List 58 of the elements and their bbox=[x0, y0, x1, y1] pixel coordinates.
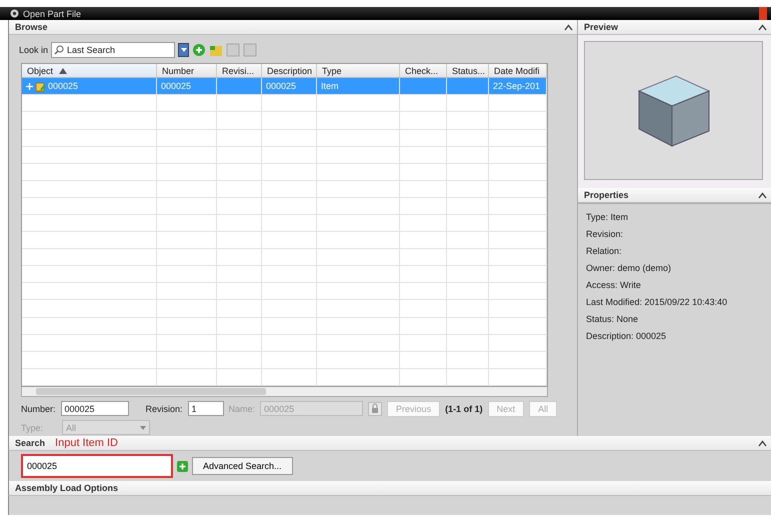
toolbar-icon[interactable] bbox=[226, 43, 240, 57]
add-icon[interactable] bbox=[177, 460, 188, 472]
advanced-search-button[interactable]: Advanced Search... bbox=[192, 457, 293, 475]
section-title: Assembly Load Options bbox=[15, 483, 118, 493]
section-header[interactable]: Properties bbox=[578, 188, 771, 203]
collapse-icon[interactable] bbox=[758, 192, 767, 198]
table-cell: Item bbox=[321, 81, 339, 92]
property-line: Type: Item bbox=[586, 211, 630, 224]
column-header[interactable]: Status... bbox=[447, 64, 489, 78]
search-field[interactable]: 000025 bbox=[21, 454, 173, 478]
property-line: Relation: bbox=[586, 245, 623, 258]
result-count: (1-1 of 1) bbox=[445, 404, 483, 414]
section-header[interactable]: Assembly Load Options bbox=[8, 481, 771, 496]
collapse-icon[interactable] bbox=[758, 440, 767, 446]
annotation-text: Input Item ID bbox=[55, 437, 118, 449]
window-title: Open Part File bbox=[23, 8, 82, 18]
lock-icon[interactable] bbox=[368, 402, 382, 416]
property-line: Revision: bbox=[586, 228, 624, 241]
column-header[interactable]: Number bbox=[157, 64, 217, 78]
section-header[interactable]: Browse bbox=[9, 20, 577, 35]
sort-arrow-icon bbox=[59, 68, 68, 74]
collapse-icon[interactable] bbox=[758, 24, 767, 30]
horizontal-scrollbar[interactable] bbox=[21, 387, 548, 397]
app-icon bbox=[10, 9, 19, 18]
look-in-dropdown[interactable]: Last Search bbox=[51, 42, 176, 58]
folder-icon[interactable] bbox=[209, 43, 224, 57]
section-header[interactable]: Search Input Item ID bbox=[8, 436, 771, 451]
table-cell: 000025 bbox=[48, 81, 78, 92]
section-title: Search bbox=[15, 438, 46, 448]
number-label: Number: bbox=[21, 404, 56, 414]
section-title: Browse bbox=[15, 22, 48, 32]
expand-icon[interactable] bbox=[26, 82, 33, 90]
search-icon bbox=[54, 45, 64, 55]
property-line: Description: 000025 bbox=[586, 330, 668, 343]
name-label: Name: bbox=[228, 404, 256, 414]
collapse-icon[interactable] bbox=[564, 24, 573, 30]
revision-label: Revision: bbox=[146, 404, 183, 414]
property-line: Access: Write bbox=[586, 279, 642, 292]
property-line: Status: None bbox=[586, 313, 640, 326]
column-header[interactable]: Check... bbox=[400, 64, 447, 78]
item-icon bbox=[35, 80, 46, 92]
look-in-label: Look in bbox=[19, 45, 48, 55]
property-line: Last Modified: 2015/09/22 10:43:40 bbox=[586, 296, 728, 309]
column-header[interactable]: Description bbox=[262, 64, 317, 78]
type-label: Type: bbox=[21, 422, 44, 432]
column-header[interactable]: Type bbox=[317, 64, 400, 78]
dropdown-arrow-icon bbox=[140, 426, 146, 430]
section-header[interactable]: Preview bbox=[578, 20, 771, 35]
table-cell: 22-Sep-201 bbox=[493, 81, 540, 92]
table-cell: 000025 bbox=[266, 81, 296, 92]
property-line: Owner: demo (demo) bbox=[586, 262, 672, 275]
column-header[interactable]: Object bbox=[22, 64, 157, 78]
section-title: Properties bbox=[584, 190, 629, 200]
toolbar-icon[interactable] bbox=[243, 43, 258, 57]
column-header[interactable]: Revisi... bbox=[217, 64, 262, 78]
column-header[interactable]: Date Modifi bbox=[489, 64, 547, 78]
section-title: Preview bbox=[584, 22, 618, 32]
table-cell: 000025 bbox=[161, 81, 192, 92]
